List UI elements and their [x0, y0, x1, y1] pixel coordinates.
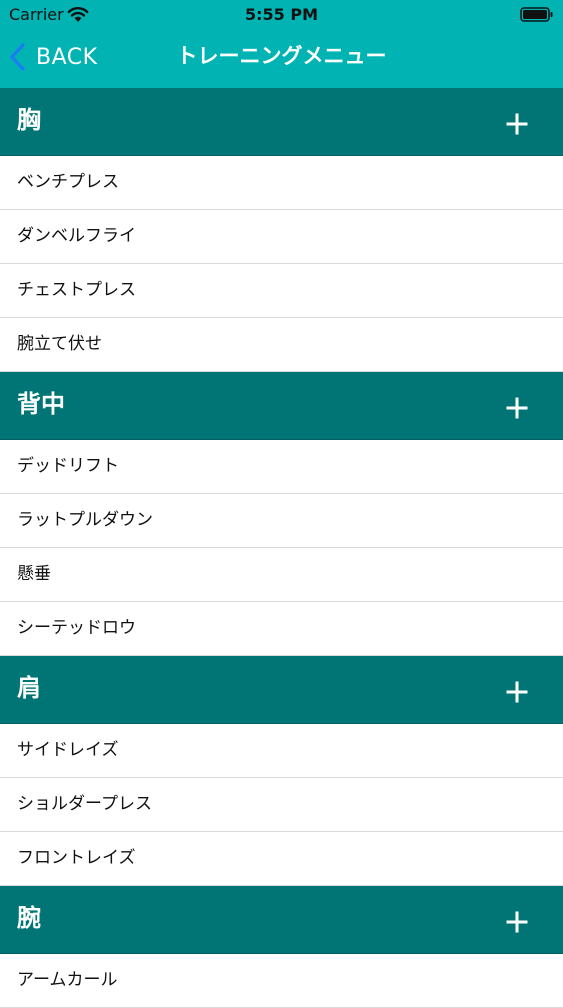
exercise-row[interactable]: デッドリフト [0, 440, 563, 494]
add-exercise-button[interactable] [505, 910, 529, 934]
exercise-row[interactable]: ショルダープレス [0, 778, 563, 832]
add-exercise-button[interactable] [505, 680, 529, 704]
section-title: 腕 [17, 904, 41, 932]
battery-icon [520, 6, 553, 23]
exercise-label: シーテッドロウ [17, 618, 136, 638]
exercise-row[interactable]: ラットプルダウン [0, 494, 563, 548]
section-header: 胸 [0, 88, 563, 156]
exercise-label: デッドリフト [17, 456, 119, 476]
status-time: 5:55 PM [244, 5, 318, 24]
exercise-row[interactable]: チェストプレス [0, 264, 563, 318]
navigation-bar: BACK トレーニングメニュー [0, 30, 563, 88]
exercise-row[interactable]: サイドレイズ [0, 724, 563, 778]
section-header: 背中 [0, 372, 563, 440]
plus-icon [506, 397, 528, 419]
exercise-label: チェストプレス [17, 280, 136, 300]
exercise-label: ショルダープレス [17, 794, 152, 814]
training-menu-list: 胸ベンチプレス ダンベルフライ チェストプレス 腕立て伏せ背中デッドリフトラットプルダ… [0, 88, 563, 1008]
section-header: 腕 [0, 886, 563, 954]
exercise-label: ベンチプレス [17, 172, 119, 192]
exercise-row[interactable]: シーテッドロウ [0, 602, 563, 656]
exercise-row[interactable]: ベンチプレス [0, 156, 563, 210]
top-bar: Carrier 5:55 PM BACK トレーニングメニュー [0, 0, 563, 88]
exercise-label: ラットプルダウン [17, 510, 153, 530]
plus-icon [506, 911, 528, 933]
plus-icon [506, 681, 528, 703]
section-title: 肩 [17, 674, 41, 702]
exercise-label: サイドレイズ [17, 740, 119, 760]
exercise-label: アームカール [17, 970, 118, 990]
exercise-row[interactable]: 懸垂 [0, 548, 563, 602]
add-exercise-button[interactable] [505, 396, 529, 420]
add-exercise-button[interactable] [505, 112, 529, 136]
exercise-label: 腕立て伏せ [17, 334, 102, 354]
section-header: 肩 [0, 656, 563, 724]
plus-icon [506, 113, 528, 135]
exercise-row[interactable]: 腕立て伏せ [0, 318, 563, 372]
exercise-label: ダンベルフライ [17, 226, 136, 246]
exercise-row[interactable]: フロントレイズ [0, 832, 563, 886]
exercise-row[interactable]: ダンベルフライ [0, 210, 563, 264]
section-title: 背中 [17, 390, 65, 418]
exercise-label: 懸垂 [17, 564, 51, 584]
section-title: 胸 [17, 106, 41, 134]
page-title: トレーニングメニュー [176, 44, 387, 68]
exercise-label: フロントレイズ [17, 848, 136, 868]
status-bar: Carrier 5:55 PM [0, 0, 563, 30]
